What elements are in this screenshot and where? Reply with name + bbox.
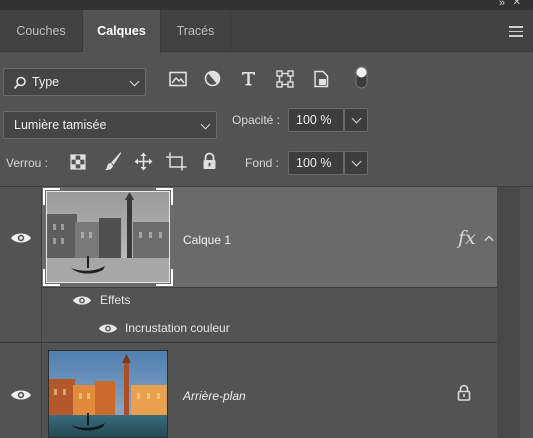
effect-item-label[interactable]: Incrustation couleur [125,321,230,335]
layer-name[interactable]: Calque 1 [183,233,231,247]
lock-all-icon[interactable] [202,152,217,170]
tab-calques[interactable]: Calques [83,10,161,53]
type-layer-filter-icon[interactable] [240,70,257,87]
panel-top-strip: » ✕ [0,0,533,10]
panel-right-edge [520,187,533,438]
fx-icon[interactable]: fx [458,227,476,249]
fill-input[interactable]: 100 % [288,151,344,175]
chevron-down-icon [200,119,211,130]
shape-layer-filter-icon[interactable] [276,70,294,88]
opacity-slider-button[interactable] [344,108,368,132]
adjustment-layer-filter-icon[interactable] [204,70,221,87]
filter-kind-label: Type [32,75,60,89]
chevron-down-icon [351,156,362,167]
eye-icon[interactable] [10,232,32,244]
lock-position-icon[interactable] [134,152,153,171]
panel-menu-icon[interactable] [509,26,523,37]
eye-icon[interactable] [98,323,118,334]
panel-tab-bar: Couches Calques Tracés [0,10,533,53]
effects-label[interactable]: Effets [100,293,130,307]
divider [0,342,497,343]
smart-object-filter-icon[interactable] [313,70,330,88]
fill-label: Fond : [245,156,280,170]
lock-artboard-icon[interactable] [166,152,187,171]
search-icon [13,76,26,90]
opacity-label: Opacité : [232,113,281,127]
layers-list: Calque 1 fx Effets Incrustation couleur [0,186,533,438]
thumbnail-selection-corners [43,188,173,286]
opacity-input[interactable]: 100 % [288,108,344,132]
double-chevron-right-icon[interactable]: » [499,0,505,9]
filter-kind-dropdown[interactable]: Type [3,68,146,96]
tab-couches[interactable]: Couches [0,10,83,52]
eye-icon[interactable] [10,389,32,401]
chevron-up-icon[interactable] [484,235,494,241]
pixel-layer-filter-icon[interactable] [169,71,187,87]
lock-label: Verrou : [6,156,49,170]
lock-transparent-pixels-icon[interactable] [70,154,86,170]
lock-image-pixels-icon[interactable] [104,152,122,171]
chevron-down-icon [129,76,140,87]
blend-mode-dropdown[interactable]: Lumière tamisée [3,111,217,139]
divider [42,287,497,288]
close-icon[interactable]: ✕ [513,0,521,8]
eye-icon[interactable] [72,295,92,306]
filter-toggle-icon[interactable] [355,66,368,89]
layer-thumbnail-color[interactable] [48,350,168,438]
chevron-down-icon [351,113,362,124]
scrollbar-track[interactable] [497,187,520,438]
blend-mode-label: Lumière tamisée [14,118,107,132]
lock-icon[interactable] [457,384,471,401]
layer-name[interactable]: Arrière-plan [183,389,246,403]
fill-slider-button[interactable] [344,151,368,175]
tab-traces[interactable]: Tracés [161,10,231,52]
